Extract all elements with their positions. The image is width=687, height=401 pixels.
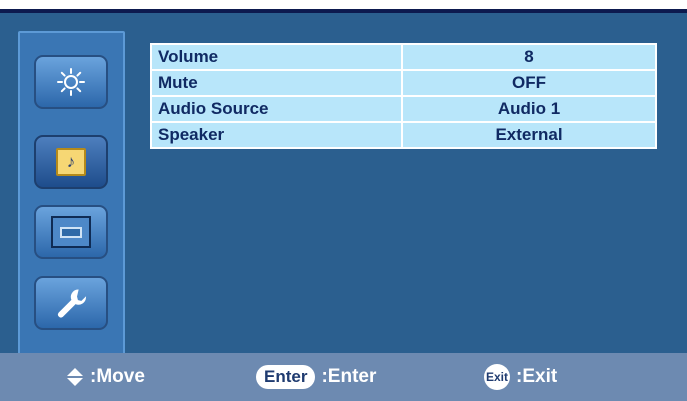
sidebar-item-display[interactable] bbox=[34, 205, 108, 259]
sidebar-item-setup[interactable] bbox=[34, 276, 108, 330]
exit-key-icon: Exit bbox=[484, 364, 510, 390]
setting-value[interactable]: OFF bbox=[403, 71, 655, 95]
setting-value[interactable]: 8 bbox=[403, 45, 655, 69]
audio-settings-table: Volume 8 Mute OFF Audio Source Audio 1 S… bbox=[150, 43, 657, 149]
table-row[interactable]: Volume 8 bbox=[152, 45, 655, 69]
music-note-icon: ♪ bbox=[56, 148, 86, 176]
exit-label: :Exit bbox=[516, 366, 558, 387]
enter-label: :Enter bbox=[321, 366, 377, 387]
setting-value[interactable]: External bbox=[403, 123, 655, 147]
enter-hint: Enter :Enter bbox=[256, 353, 376, 401]
setting-label: Speaker bbox=[152, 123, 401, 147]
menu-panel: ♪ Volume 8 Mute OFF Audio Source Audio 1… bbox=[0, 13, 687, 358]
category-sidebar: ♪ bbox=[18, 31, 125, 358]
enter-key-icon: Enter bbox=[256, 365, 316, 389]
setting-label: Volume bbox=[152, 45, 401, 69]
top-border bbox=[0, 0, 687, 13]
sidebar-item-picture[interactable] bbox=[34, 55, 108, 109]
sidebar-item-audio[interactable]: ♪ bbox=[34, 135, 108, 189]
setting-label: Audio Source bbox=[152, 97, 401, 121]
table-row[interactable]: Speaker External bbox=[152, 123, 655, 147]
wrench-icon bbox=[58, 289, 87, 318]
screen-icon bbox=[51, 216, 91, 248]
up-down-arrow-icon bbox=[67, 368, 83, 386]
table-row[interactable]: Mute OFF bbox=[152, 71, 655, 95]
exit-hint: Exit :Exit bbox=[484, 353, 557, 401]
sun-icon bbox=[57, 68, 85, 96]
setting-label: Mute bbox=[152, 71, 401, 95]
move-hint: :Move bbox=[66, 353, 145, 401]
key-hint-bar: :Move Enter :Enter Exit :Exit bbox=[0, 353, 687, 401]
osd-menu: ♪ Volume 8 Mute OFF Audio Source Audio 1… bbox=[0, 0, 687, 401]
table-row[interactable]: Audio Source Audio 1 bbox=[152, 97, 655, 121]
move-label: :Move bbox=[90, 366, 145, 387]
setting-value[interactable]: Audio 1 bbox=[403, 97, 655, 121]
